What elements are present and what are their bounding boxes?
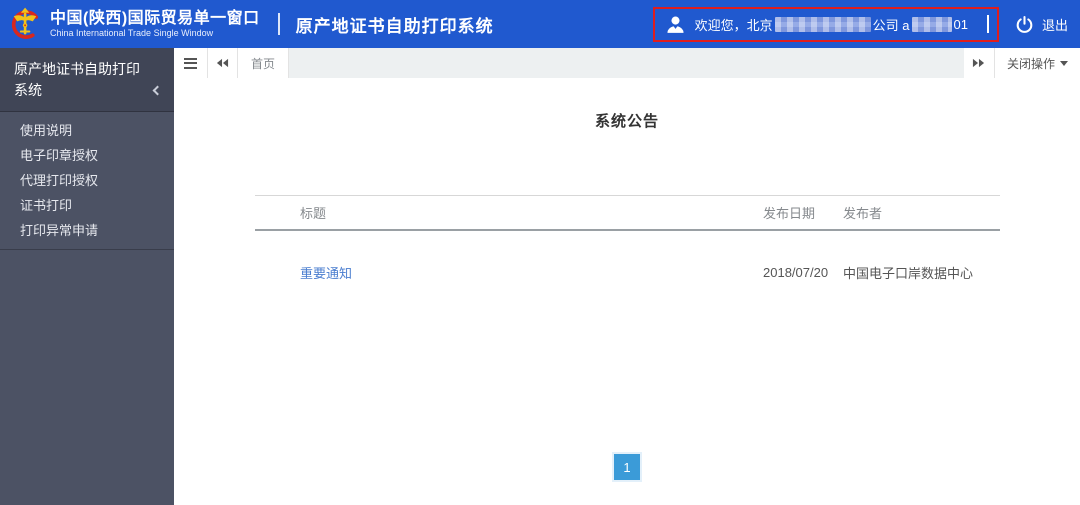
double-left-arrow-icon bbox=[216, 58, 229, 68]
sidebar-item-certificate-print[interactable]: 证书打印 bbox=[0, 193, 174, 218]
logo-icon bbox=[11, 7, 39, 39]
sidebar-menu: 使用说明 电子印章授权 代理打印授权 证书打印 打印异常申请 bbox=[0, 112, 174, 250]
content-area: 系统公告 标题 发布日期 发布者 重要通知 2018/07/20 中国电子口岸数… bbox=[174, 78, 1080, 505]
redacted-account-id bbox=[911, 16, 952, 32]
sidebar: 原产地证书自助打印系统 使用说明 电子印章授权 代理打印授权 证书打印 打印异常… bbox=[0, 48, 174, 505]
logout-button[interactable]: 退出 bbox=[1015, 15, 1068, 34]
redacted-company-name bbox=[774, 16, 871, 32]
header-divider bbox=[277, 13, 280, 35]
announcement-link[interactable]: 重要通知 bbox=[300, 266, 352, 281]
tabbar-right-controls: 关闭操作 bbox=[964, 48, 1080, 78]
column-header-title: 标题 bbox=[300, 206, 327, 221]
sidebar-title: 原产地证书自助打印系统 bbox=[14, 61, 140, 98]
close-operations-label: 关闭操作 bbox=[1006, 56, 1055, 71]
app-window: 中国(陕西)国际贸易单一窗口 China International Trade… bbox=[0, 0, 1080, 505]
column-header-publisher: 发布者 bbox=[843, 206, 883, 221]
brand-text: 中国(陕西)国际贸易单一窗口 China International Trade… bbox=[50, 10, 260, 39]
sidebar-toggle-button[interactable] bbox=[174, 48, 208, 78]
top-header: 中国(陕西)国际贸易单一窗口 China International Trade… bbox=[0, 0, 1080, 48]
announcements-table: 标题 发布日期 发布者 重要通知 2018/07/20 中国电子口岸数据中心 bbox=[255, 195, 1000, 292]
tab-home[interactable]: 首页 bbox=[238, 48, 290, 78]
close-operations-dropdown[interactable]: 关闭操作 bbox=[993, 48, 1080, 78]
main-area: 首页 关闭操作 系统公告 标题 发布日期 发布者 重要通知 2018/07/20… bbox=[174, 48, 1080, 505]
tabbar-empty-area bbox=[289, 48, 964, 78]
user-avatar-icon bbox=[667, 16, 684, 33]
welcome-middle: 公司 a bbox=[872, 17, 910, 33]
system-title: 原产地证书自助打印系统 bbox=[295, 16, 494, 36]
collapse-chevron-icon bbox=[152, 85, 163, 96]
brand: 中国(陕西)国际贸易单一窗口 China International Trade… bbox=[6, 5, 260, 43]
sidebar-header[interactable]: 原产地证书自助打印系统 bbox=[0, 48, 174, 112]
double-right-arrow-icon bbox=[973, 58, 985, 68]
welcome-prefix: 欢迎您，北京 bbox=[694, 17, 773, 33]
sidebar-item-eseal-authorization[interactable]: 电子印章授权 bbox=[0, 143, 174, 168]
pagination: 1 bbox=[174, 454, 1080, 480]
dropdown-caret-icon bbox=[1060, 60, 1068, 66]
page-button-1[interactable]: 1 bbox=[614, 454, 640, 480]
logout-label: 退出 bbox=[1041, 17, 1068, 33]
page-title: 系统公告 bbox=[594, 113, 659, 130]
sidebar-item-usage-instructions[interactable]: 使用说明 bbox=[0, 118, 174, 143]
power-icon bbox=[1016, 15, 1033, 33]
hamburger-icon bbox=[184, 57, 197, 69]
brand-title-en: China International Trade Single Window bbox=[50, 27, 214, 38]
brand-title-zh: 中国(陕西)国际贸易单一窗口 bbox=[50, 9, 260, 27]
scroll-tabs-left-button[interactable] bbox=[208, 48, 238, 78]
welcome-text: 欢迎您，北京 公司 a 01 bbox=[695, 15, 968, 34]
sidebar-item-agent-print-authorization[interactable]: 代理打印授权 bbox=[0, 168, 174, 193]
scroll-tabs-right-button[interactable] bbox=[964, 48, 994, 78]
header-right: 欢迎您，北京 公司 a 01 退出 bbox=[652, 6, 1068, 42]
welcome-suffix: 01 bbox=[953, 16, 968, 32]
table-header-row: 标题 发布日期 发布者 bbox=[255, 195, 1000, 231]
sidebar-item-print-exception-request[interactable]: 打印异常申请 bbox=[0, 218, 174, 243]
announcement-publisher: 中国电子口岸数据中心 bbox=[843, 266, 974, 281]
redaction-annotation-box: 欢迎您，北京 公司 a 01 bbox=[652, 6, 999, 42]
welcome-separator bbox=[986, 15, 989, 33]
column-header-date: 发布日期 bbox=[763, 206, 816, 221]
tab-bar: 首页 关闭操作 bbox=[174, 48, 1080, 78]
announcement-date: 2018/07/20 bbox=[763, 265, 829, 280]
table-row: 重要通知 2018/07/20 中国电子口岸数据中心 bbox=[255, 231, 1000, 292]
tab-home-label: 首页 bbox=[251, 56, 276, 71]
